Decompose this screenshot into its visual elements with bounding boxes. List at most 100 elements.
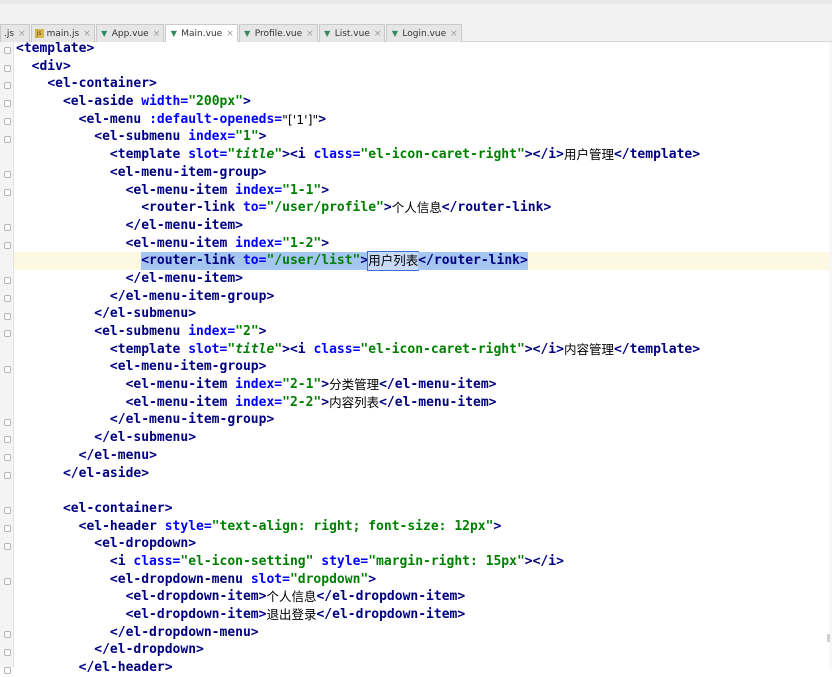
fold-marker[interactable] xyxy=(4,64,11,72)
code-line[interactable]: <el-menu :default-openeds= "['1']" > xyxy=(16,111,832,129)
code-line[interactable]: <el-menu-item-group> xyxy=(16,358,832,376)
fold-marker[interactable] xyxy=(4,188,11,196)
fold-marker[interactable] xyxy=(4,170,11,178)
fold-marker[interactable] xyxy=(4,524,11,532)
fold-marker[interactable] xyxy=(4,507,11,515)
code-line[interactable]: <el-submenu index= "2" > xyxy=(16,323,832,341)
close-icon[interactable]: × xyxy=(226,29,234,39)
vue-icon: ▼ xyxy=(101,29,108,38)
close-icon[interactable]: × xyxy=(306,29,314,39)
code-line[interactable]: <el-dropdown> xyxy=(16,535,832,553)
code-line[interactable]: <el-container> xyxy=(16,75,832,93)
fold-marker[interactable] xyxy=(4,312,11,320)
code-line[interactable]: <el-menu-item-group> xyxy=(16,164,832,182)
fold-marker[interactable] xyxy=(4,471,11,479)
code-line[interactable]: <i class= "el-icon-setting" style= "margin… xyxy=(16,553,832,571)
code-line[interactable]: <el-menu-item index= "1-1" > xyxy=(16,182,832,200)
fold-marker[interactable] xyxy=(4,365,11,373)
code-line[interactable]: <router-link to= "/user/profile" > 个人信息 </ro… xyxy=(16,199,832,217)
code-editor[interactable]: <template> <div> <el-container> <el-asid… xyxy=(16,40,832,677)
code-line[interactable]: <template> xyxy=(16,40,832,58)
code-token: <i xyxy=(109,553,134,569)
code-line[interactable] xyxy=(16,482,832,500)
fold-marker[interactable] xyxy=(4,47,11,54)
close-icon[interactable]: × xyxy=(374,29,382,39)
close-icon[interactable]: × xyxy=(18,29,26,39)
code-token: </router-link> xyxy=(441,200,552,216)
code-line[interactable]: </el-submenu> xyxy=(16,305,832,323)
code-token: <el-header xyxy=(78,518,165,534)
code-line[interactable]: </el-dropdown-menu> xyxy=(16,624,832,642)
code-line[interactable]: <router-link to= "/user/list" > 用户列表 </route… xyxy=(16,251,832,271)
fold-marker[interactable] xyxy=(4,578,11,585)
code-line[interactable]: <el-dropdown-item> 个人信息 </el-dropdown-item… xyxy=(16,588,832,606)
code-line[interactable]: </el-menu-item> xyxy=(16,270,832,288)
close-icon[interactable]: × xyxy=(153,29,161,39)
code-line[interactable]: <el-dropdown-item> 退出登录 </el-dropdown-item… xyxy=(16,606,832,624)
fold-marker[interactable] xyxy=(4,117,11,125)
close-icon[interactable]: × xyxy=(450,29,458,39)
code-line[interactable]: <el-dropdown-menu slot= "dropdown" > xyxy=(16,571,832,589)
code-token: 个人信息 xyxy=(266,589,317,605)
code-line[interactable]: <template slot= " title " ><i class= "el-icon… xyxy=(16,146,832,164)
code-token: class= xyxy=(313,147,361,163)
code-token: <el-dropdown-menu xyxy=(109,571,251,587)
code-line[interactable]: <el-container> xyxy=(16,500,832,518)
vue-icon: ▼ xyxy=(391,29,398,38)
code-line[interactable]: </el-menu-item> xyxy=(16,217,832,235)
code-token: "2-2" xyxy=(282,394,322,410)
fold-marker[interactable] xyxy=(4,241,11,249)
code-token: 内容列表 xyxy=(329,394,380,410)
code-line[interactable]: <div> xyxy=(16,58,832,76)
code-token: > xyxy=(318,111,327,127)
code-token: > xyxy=(258,129,267,145)
fold-marker[interactable] xyxy=(4,436,11,444)
fold-marker[interactable] xyxy=(4,277,11,285)
fold-marker[interactable] xyxy=(4,454,11,462)
code-token: > xyxy=(321,377,330,393)
fold-marker[interactable] xyxy=(4,135,11,143)
code-token: <el-container> xyxy=(47,76,157,92)
code-line[interactable]: </el-dropdown> xyxy=(16,641,832,659)
code-token: index= xyxy=(235,394,283,410)
code-line[interactable]: <el-menu-item index= "2-2" > 内容列表 </el-menu-… xyxy=(16,394,832,412)
code-line[interactable]: <el-aside width= "200px" > xyxy=(16,93,832,111)
code-token: ></i> xyxy=(524,553,564,569)
code-line[interactable]: </el-menu> xyxy=(16,447,832,465)
code-token: <div> xyxy=(31,58,71,74)
fold-marker[interactable] xyxy=(4,294,11,302)
fold-marker[interactable] xyxy=(4,418,11,426)
code-token: width= xyxy=(141,94,189,110)
code-token: <el-dropdown-item> xyxy=(125,589,267,605)
fold-marker[interactable] xyxy=(4,542,11,550)
code-line[interactable]: <el-menu-item index= "2-1" > 分类管理 </el-menu-… xyxy=(16,376,832,394)
code-token: "el-icon-setting" xyxy=(180,553,322,569)
code-line[interactable]: <el-header style= "text-align: right; fon… xyxy=(16,518,832,536)
fold-marker[interactable] xyxy=(4,100,11,108)
fold-marker[interactable] xyxy=(4,224,11,231)
code-line[interactable]: </el-menu-item-group> xyxy=(16,411,832,429)
close-icon[interactable]: × xyxy=(83,29,91,39)
code-line[interactable]: <template slot= " title " ><i class= "el-icon… xyxy=(16,341,832,359)
fold-marker[interactable] xyxy=(4,631,11,639)
code-line[interactable]: </el-menu-item-group> xyxy=(16,288,832,306)
code-line[interactable]: </el-aside> xyxy=(16,465,832,483)
code-line[interactable]: <el-menu-item index= "1-2" > xyxy=(16,235,832,253)
fold-marker[interactable] xyxy=(4,648,11,656)
tab-label: Login.vue xyxy=(402,28,447,39)
code-line[interactable]: </el-submenu> xyxy=(16,429,832,447)
editor-gutter[interactable] xyxy=(0,42,14,674)
code-line[interactable]: <el-submenu index= "1" > xyxy=(16,128,832,146)
fold-marker[interactable] xyxy=(4,82,11,90)
code-token: </el-menu-item-group> xyxy=(109,412,275,428)
code-token: "/user/list" xyxy=(266,252,361,270)
code-token: <el-submenu xyxy=(94,324,189,339)
fold-marker[interactable] xyxy=(4,330,11,338)
